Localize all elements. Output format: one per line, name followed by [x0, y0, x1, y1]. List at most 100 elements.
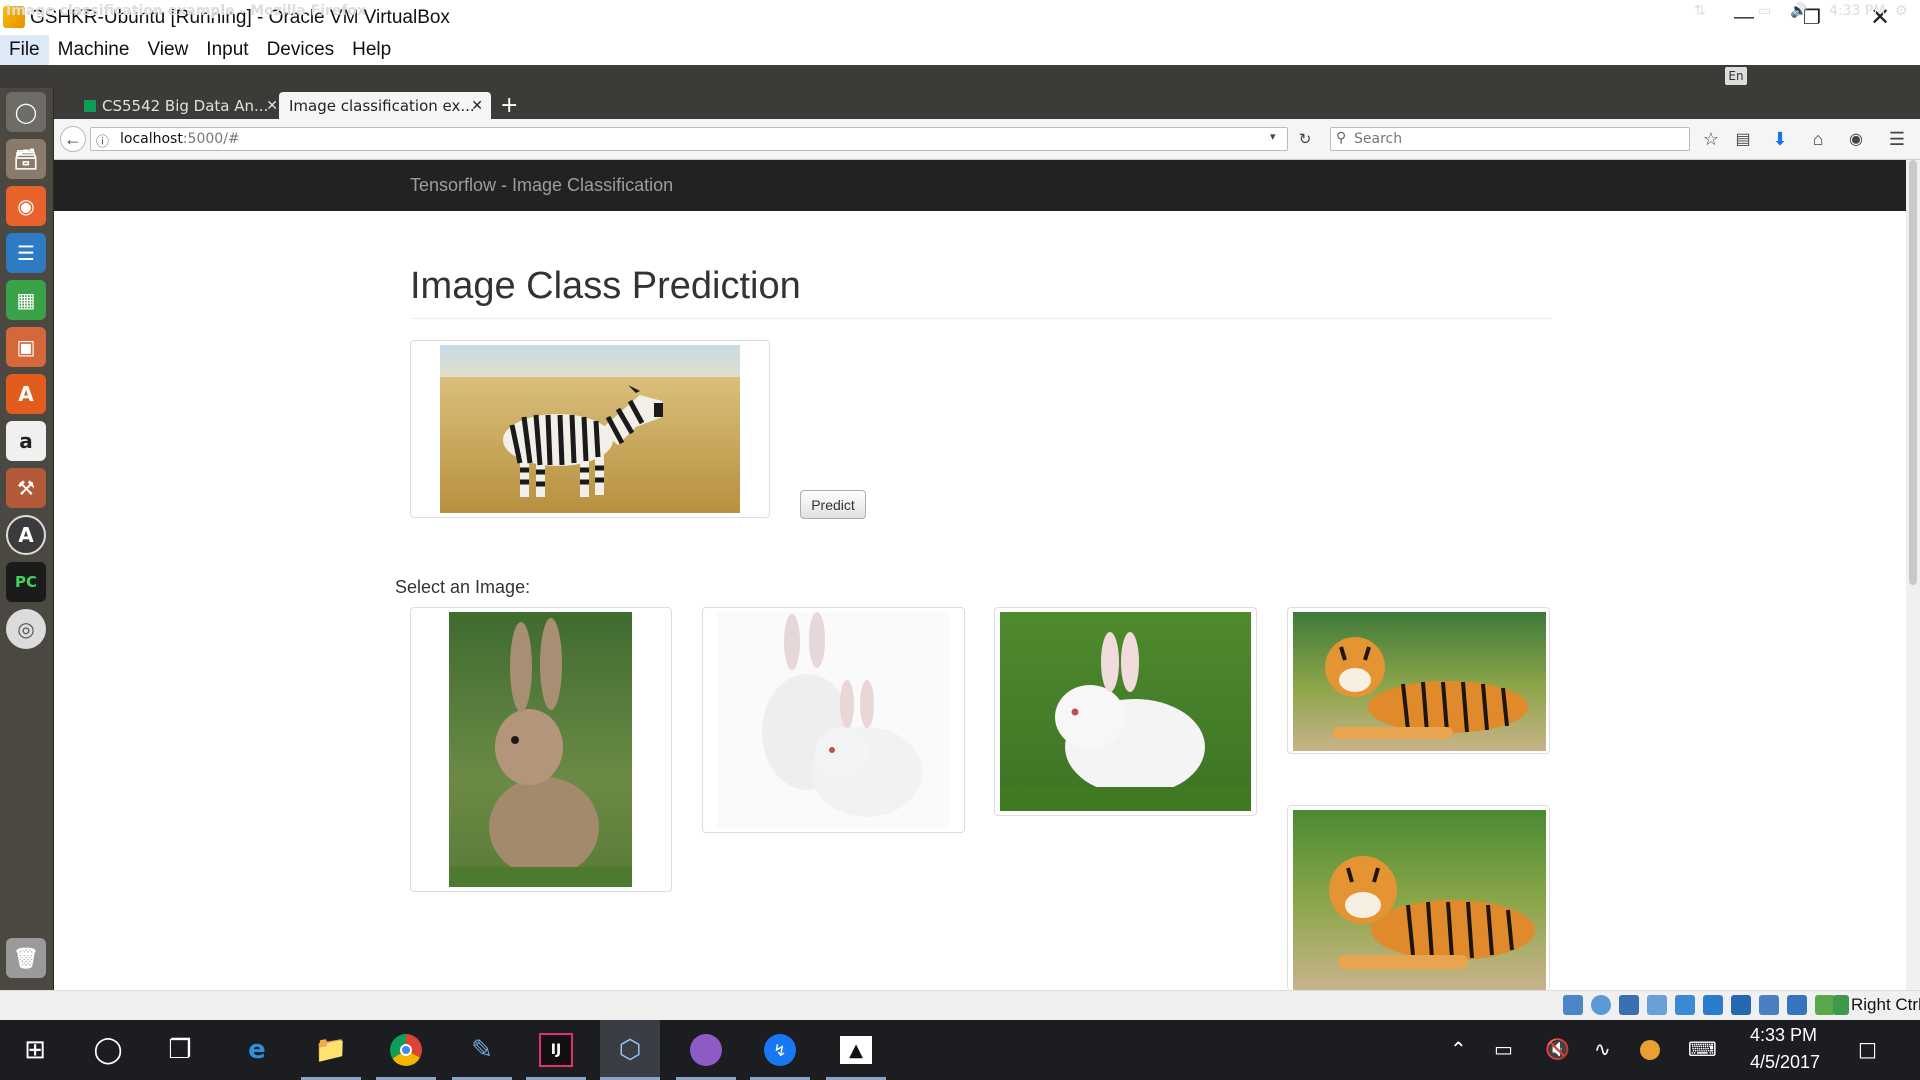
new-tab-button[interactable]: + [494, 92, 524, 119]
home-icon[interactable]: ⌂ [1805, 126, 1831, 152]
keyboard-layout-indicator[interactable]: En [1725, 67, 1747, 85]
menu-devices[interactable]: Devices [258, 35, 344, 65]
cpu-icon[interactable] [1787, 995, 1807, 1015]
messenger-icon[interactable]: ↯ [750, 1020, 810, 1080]
info-icon[interactable]: ⓘ [96, 131, 109, 150]
tab-image-classification[interactable]: Image classification ex... ✕ [279, 92, 491, 119]
battery-tray-icon[interactable]: ▭ [1494, 1037, 1513, 1061]
selected-image-frame [410, 340, 770, 518]
optical-drive-icon[interactable] [1591, 995, 1611, 1015]
battery-icon[interactable]: ▭ [1758, 3, 1771, 19]
gallery-thumbnail-tiger-2[interactable] [1287, 805, 1550, 991]
action-center-icon[interactable]: □ [1858, 1037, 1877, 1061]
impress-icon[interactable]: ▣ [6, 327, 46, 367]
files-icon[interactable]: 🗃 [6, 139, 46, 179]
gallery-thumbnail-rabbit-white[interactable] [994, 607, 1257, 816]
pocket-icon[interactable]: ◉ [1843, 126, 1869, 152]
gallery-thumbnail-tiger-1[interactable] [1287, 607, 1550, 754]
url-path: :5000/# [182, 131, 240, 147]
menu-input[interactable]: Input [197, 35, 257, 65]
pycharm-icon[interactable]: PC [6, 562, 46, 602]
editor-icon[interactable]: ✎ [452, 1020, 512, 1080]
page-navbar [54, 160, 1906, 211]
status-app-icon[interactable] [1640, 1040, 1660, 1060]
gallery-thumbnail-rabbit-brown[interactable] [410, 607, 672, 892]
tab-label: CS5542 Big Data An... [102, 96, 269, 115]
bookmark-star-icon[interactable]: ☆ [1698, 126, 1724, 152]
dropdown-arrow-icon[interactable]: ▾ [1270, 130, 1276, 143]
reload-icon[interactable]: ↻ [1293, 126, 1317, 152]
taskbar-clock-time[interactable]: 4:33 PM [1750, 1025, 1817, 1046]
dvd-icon[interactable]: ◎ [6, 609, 46, 649]
calc-icon[interactable]: ▦ [6, 280, 46, 320]
network-icon[interactable] [1647, 995, 1667, 1015]
show-hidden-icons-icon[interactable]: ⌃ [1450, 1037, 1467, 1061]
url-bar[interactable] [90, 127, 1288, 151]
display-icon[interactable] [1731, 995, 1751, 1015]
cortana-search-icon[interactable]: ◯ [78, 1020, 138, 1080]
menu-help[interactable]: Help [343, 35, 400, 65]
firefox-icon[interactable]: ◉ [6, 186, 46, 226]
mouse-integration-icon[interactable] [1815, 995, 1835, 1015]
task-view-icon[interactable]: ❐ [150, 1020, 210, 1080]
scrollbar-thumb[interactable] [1909, 160, 1917, 585]
navbar-brand[interactable]: Tensorflow - Image Classification [410, 175, 673, 196]
search-placeholder: Search [1354, 131, 1403, 147]
volume-icon[interactable]: 🔊 [1790, 3, 1807, 19]
software-updater-icon[interactable]: A [6, 515, 46, 555]
keyboard-capture-icon[interactable] [1833, 995, 1849, 1015]
predict-button[interactable]: Predict [800, 490, 866, 519]
host-key-label: Right Ctrl [1851, 995, 1920, 1014]
rabbit-white-image [1000, 612, 1251, 811]
touch-keyboard-icon[interactable]: ⌨ [1688, 1037, 1717, 1061]
gallery-thumbnail-rabbits-white-pair[interactable] [702, 607, 965, 833]
wifi-icon[interactable]: ∿ [1594, 1037, 1611, 1061]
amazon-icon[interactable]: a [6, 421, 46, 461]
close-tab-icon[interactable]: ✕ [266, 98, 278, 114]
ubuntu-clock[interactable]: 4:33 PM [1829, 3, 1885, 19]
page-title: Image Class Prediction [410, 265, 801, 307]
shared-folders-icon[interactable] [1703, 995, 1723, 1015]
ubuntu-top-panel [0, 65, 1920, 88]
tab-cs5542[interactable]: CS5542 Big Data An... ✕ [74, 92, 286, 119]
windows-start-icon[interactable]: ⊞ [5, 1020, 65, 1080]
software-center-icon[interactable]: A [6, 374, 46, 414]
video-capture-icon[interactable] [1759, 995, 1779, 1015]
windows-taskbar [0, 1020, 1920, 1080]
edge-icon[interactable]: e [227, 1020, 287, 1080]
file-explorer-icon[interactable]: 📁 [301, 1020, 361, 1080]
taskbar-clock-date[interactable]: 4/5/2017 [1750, 1052, 1820, 1073]
ubuntu-dash-icon[interactable]: ◯ [6, 92, 46, 132]
usb-icon[interactable] [1675, 995, 1695, 1015]
writer-icon[interactable]: ☰ [6, 233, 46, 273]
trash-icon[interactable]: 🗑 [6, 938, 46, 978]
volume-muted-icon[interactable]: 🔇 [1545, 1037, 1570, 1061]
settings-gear-icon[interactable]: ⚙ [1895, 3, 1908, 19]
hard-disk-icon[interactable] [1563, 995, 1583, 1015]
github-icon[interactable] [676, 1020, 736, 1080]
back-arrow-icon[interactable]: ← [60, 126, 86, 152]
firefox-tab-strip: CS5542 Big Data An... ✕ Image classifica… [54, 88, 1920, 119]
chrome-icon[interactable] [376, 1020, 436, 1080]
menu-file[interactable]: File [0, 35, 49, 65]
photos-icon[interactable]: ▲ [826, 1020, 886, 1080]
tiger-2-image [1293, 810, 1546, 991]
search-icon: ⚲ [1336, 129, 1347, 145]
system-settings-icon[interactable]: ⚒ [6, 468, 46, 508]
downloads-icon[interactable]: ⬇ [1767, 126, 1793, 152]
audio-icon[interactable] [1619, 995, 1639, 1015]
menu-view[interactable]: View [138, 35, 197, 65]
rabbits-white-pair-image [717, 612, 950, 828]
virtualbox-menubar: File Machine View Input Devices Help [0, 35, 1920, 65]
menu-machine[interactable]: Machine [49, 35, 139, 65]
virtualbox-taskbar-icon[interactable]: ⬡ [600, 1020, 660, 1080]
hamburger-menu-icon[interactable]: ☰ [1884, 126, 1910, 152]
select-image-label: Select an Image: [395, 577, 531, 597]
bookmarks-list-icon[interactable]: ▤ [1730, 126, 1756, 152]
close-tab-icon[interactable]: ✕ [471, 98, 483, 114]
ubuntu-window-title: Image classification example - Mozilla F… [6, 3, 367, 19]
network-transfer-icon[interactable]: ⇅ [1694, 3, 1706, 19]
intellij-icon[interactable]: IJ [526, 1020, 586, 1080]
zebra-image [440, 345, 740, 513]
url-text[interactable]: localhost:5000/# [120, 131, 240, 147]
